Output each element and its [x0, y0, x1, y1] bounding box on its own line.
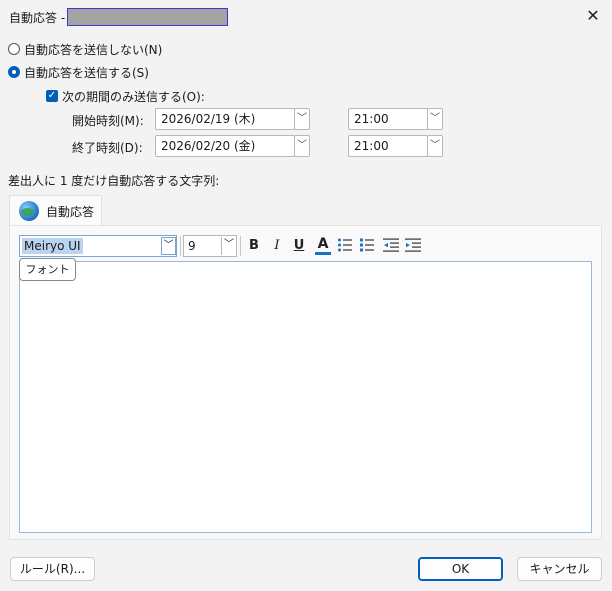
title-bar: 自動応答 - ✕	[0, 0, 612, 32]
redacted-title-field	[67, 8, 228, 26]
radio-no-auto-reply[interactable]: 自動応答を送信しない(N)	[8, 41, 178, 57]
start-date-dropdown[interactable]: 2026/02/19 (木)	[155, 108, 295, 130]
radio-selected-icon	[8, 66, 20, 78]
radio-icon	[8, 43, 20, 55]
end-date-dropdown[interactable]: 2026/02/20 (金)	[155, 135, 295, 157]
toolbar-separator	[240, 236, 241, 256]
underline-button[interactable]: U	[290, 237, 308, 255]
chevron-down-icon[interactable]: ﹀	[294, 135, 310, 157]
reply-message-heading: 差出人に 1 度だけ自動応答する文字列:	[8, 174, 220, 188]
font-size-dropdown[interactable]: 9 ﹀	[183, 235, 237, 257]
chevron-down-icon[interactable]: ﹀	[427, 108, 443, 130]
end-time-label: 終了時刻(D):	[72, 141, 143, 155]
window-title: 自動応答 -	[9, 11, 66, 25]
tab-auto-reply-label: 自動応答	[46, 205, 95, 219]
font-name-value: Meiryo UI	[22, 238, 83, 254]
font-tooltip: フォント	[19, 258, 76, 281]
checkmark-icon: ✓	[46, 90, 58, 102]
close-button[interactable]: ✕	[578, 2, 608, 30]
message-editor[interactable]	[19, 261, 592, 533]
end-time-dropdown[interactable]: 21:00	[348, 135, 428, 157]
italic-button[interactable]: I	[268, 237, 286, 255]
font-color-bar	[315, 252, 331, 255]
chevron-down-icon[interactable]: ﹀	[294, 108, 310, 130]
chevron-down-icon[interactable]: ﹀	[221, 237, 236, 255]
numbered-list-icon[interactable]	[359, 237, 375, 253]
ok-button[interactable]: OK	[418, 557, 503, 581]
radio-no-auto-reply-label: 自動応答を送信しない(N)	[24, 43, 163, 57]
bullet-list-icon[interactable]	[337, 237, 353, 253]
tab-auto-reply[interactable]: 自動応答	[9, 195, 102, 225]
font-size-value: 9	[188, 239, 196, 253]
radio-send-auto-reply[interactable]: 自動応答を送信する(S)	[8, 64, 178, 80]
font-color-button[interactable]: A	[313, 236, 333, 256]
only-period-label: 次の期間のみ送信する(O):	[62, 90, 205, 104]
rules-button[interactable]: ルール(R)...	[10, 557, 95, 581]
chevron-down-icon[interactable]: ﹀	[161, 237, 176, 255]
decrease-indent-icon[interactable]	[382, 237, 400, 253]
radio-send-auto-reply-label: 自動応答を送信する(S)	[24, 66, 149, 80]
bold-button[interactable]: B	[245, 237, 263, 255]
cancel-button[interactable]: キャンセル	[517, 557, 602, 581]
toolbar-separator	[180, 236, 181, 256]
globe-icon	[19, 201, 39, 221]
increase-indent-icon[interactable]	[404, 237, 422, 253]
start-time-dropdown[interactable]: 21:00	[348, 108, 428, 130]
only-period-checkbox[interactable]: ✓ 次の期間のみ送信する(O):	[46, 88, 246, 104]
font-name-dropdown[interactable]: Meiryo UI ﹀	[19, 235, 177, 257]
chevron-down-icon[interactable]: ﹀	[427, 135, 443, 157]
font-color-letter: A	[317, 236, 329, 252]
start-time-label: 開始時刻(M):	[72, 114, 144, 128]
